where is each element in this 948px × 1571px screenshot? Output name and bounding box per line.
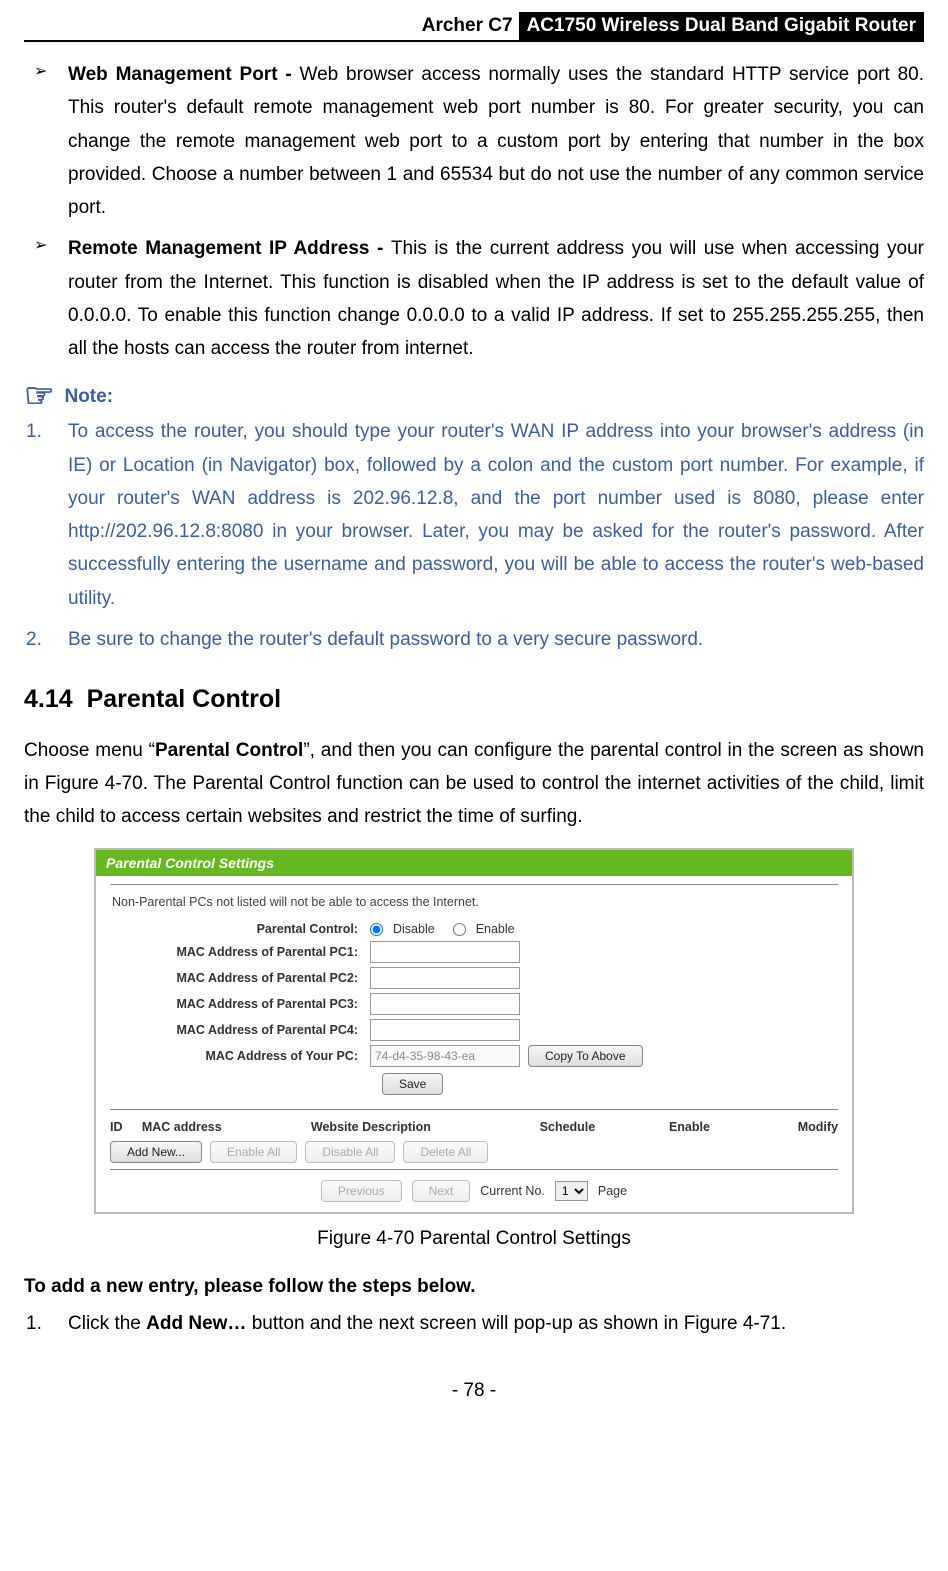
- input-mac1[interactable]: [370, 941, 520, 963]
- enable-all-button[interactable]: Enable All: [210, 1141, 297, 1163]
- page-number: - 78 -: [0, 1380, 948, 1402]
- col-id: ID: [110, 1120, 142, 1135]
- label-parental-control: Parental Control:: [110, 922, 370, 937]
- row-parental-control: Parental Control: Disable Enable: [110, 922, 838, 937]
- pager-select[interactable]: 1: [555, 1181, 588, 1201]
- row-mac1: MAC Address of Parental PC1:: [110, 941, 838, 963]
- note-label: Note:: [64, 380, 113, 413]
- row-mac4: MAC Address of Parental PC4:: [110, 1019, 838, 1041]
- next-button[interactable]: Next: [412, 1180, 471, 1202]
- header-model: Archer C7: [422, 12, 519, 40]
- copy-to-above-button[interactable]: Copy To Above: [528, 1045, 643, 1067]
- col-desc: Website Description: [311, 1120, 540, 1135]
- note-item: 1. To access the router, you should type…: [24, 415, 924, 615]
- figure-caption: Figure 4-70 Parental Control Settings: [24, 1222, 924, 1255]
- section-number: 4.14: [24, 685, 73, 713]
- bullet-title: Remote Management IP Address -: [68, 238, 391, 259]
- previous-button[interactable]: Previous: [321, 1180, 402, 1202]
- panel-note: Non-Parental PCs not listed will not be …: [112, 895, 838, 910]
- section-intro: Choose menu “Parental Control”, and then…: [24, 734, 924, 834]
- page-header: Archer C7 AC1750 Wireless Dual Band Giga…: [24, 12, 924, 42]
- input-mac2[interactable]: [370, 967, 520, 989]
- point-hand-icon: ☞: [24, 379, 54, 413]
- note-item-text: Be sure to change the router's default p…: [68, 629, 703, 650]
- disable-all-button[interactable]: Disable All: [305, 1141, 395, 1163]
- radio-disable-label: Disable: [393, 922, 435, 937]
- row-mac3: MAC Address of Parental PC3:: [110, 993, 838, 1015]
- step-item: 1. Click the Add New… button and the nex…: [24, 1307, 924, 1340]
- note-item-number: 2.: [26, 623, 42, 656]
- pager: Previous Next Current No. 1 Page: [110, 1180, 838, 1202]
- radio-enable[interactable]: [453, 923, 466, 936]
- bullet-title: Web Management Port -: [68, 64, 300, 85]
- save-button[interactable]: Save: [382, 1073, 443, 1095]
- label-mac1: MAC Address of Parental PC1:: [110, 945, 370, 960]
- label-mac2: MAC Address of Parental PC2:: [110, 971, 370, 986]
- step-prefix: Click the: [68, 1313, 146, 1334]
- delete-all-button[interactable]: Delete All: [403, 1141, 488, 1163]
- bullet-body: Web browser access normally uses the sta…: [68, 64, 924, 218]
- intro-menu-name: Parental Control: [155, 740, 303, 761]
- figure-screenshot: Parental Control Settings Non-Parental P…: [94, 848, 854, 1215]
- col-enable: Enable: [669, 1120, 768, 1135]
- note-item-text: To access the router, you should type yo…: [68, 421, 924, 608]
- row-mac2: MAC Address of Parental PC2:: [110, 967, 838, 989]
- add-new-button[interactable]: Add New...: [110, 1141, 202, 1163]
- note-block: ☞ Note: 1. To access the router, you sho…: [24, 379, 924, 656]
- input-your-pc: [370, 1045, 520, 1067]
- header-title: AC1750 Wireless Dual Band Gigabit Router: [519, 12, 924, 40]
- col-mac: MAC address: [142, 1120, 311, 1135]
- pager-label: Current No.: [480, 1184, 545, 1199]
- steps-intro: To add a new entry, please follow the st…: [24, 1270, 924, 1303]
- label-mac4: MAC Address of Parental PC4:: [110, 1023, 370, 1038]
- row-your-pc: MAC Address of Your PC: Copy To Above: [110, 1045, 838, 1067]
- col-modify: Modify: [768, 1120, 838, 1135]
- label-mac3: MAC Address of Parental PC3:: [110, 997, 370, 1012]
- bullet-web-port: Web Management Port - Web browser access…: [24, 58, 924, 224]
- note-item-number: 1.: [26, 415, 42, 448]
- intro-prefix: Choose menu “: [24, 740, 155, 761]
- panel-title: Parental Control Settings: [96, 850, 852, 877]
- table-buttons: Add New... Enable All Disable All Delete…: [110, 1141, 838, 1163]
- bullet-remote-ip: Remote Management IP Address - This is t…: [24, 232, 924, 365]
- table-header: ID MAC address Website Description Sched…: [110, 1120, 838, 1135]
- col-schedule: Schedule: [540, 1120, 669, 1135]
- divider: [110, 1109, 838, 1110]
- note-item: 2. Be sure to change the router's defaul…: [24, 623, 924, 656]
- radio-disable[interactable]: [370, 923, 383, 936]
- radio-enable-label: Enable: [476, 922, 515, 937]
- section-heading: 4.14 Parental Control: [24, 678, 924, 722]
- input-mac4[interactable]: [370, 1019, 520, 1041]
- step-number: 1.: [26, 1307, 42, 1340]
- divider: [110, 884, 838, 885]
- divider: [110, 1169, 838, 1170]
- note-heading: ☞ Note:: [24, 379, 924, 413]
- step-bold: Add New…: [146, 1313, 246, 1334]
- step-suffix: button and the next screen will pop-up a…: [246, 1313, 786, 1334]
- section-title: Parental Control: [87, 685, 281, 713]
- input-mac3[interactable]: [370, 993, 520, 1015]
- label-your-pc: MAC Address of Your PC:: [110, 1049, 370, 1064]
- pager-suffix: Page: [598, 1184, 627, 1199]
